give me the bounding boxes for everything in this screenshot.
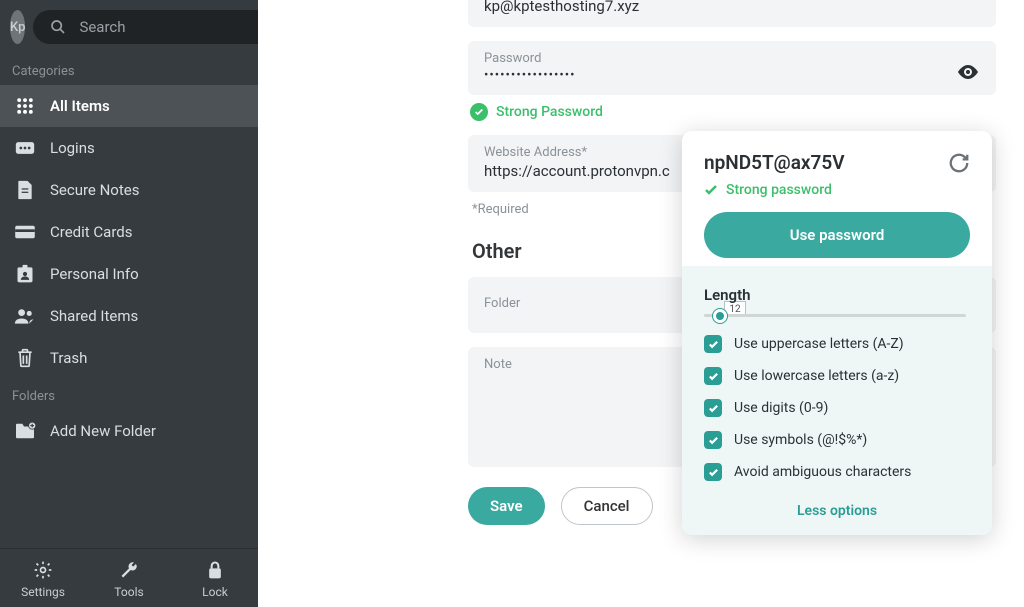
slider-thumb[interactable] xyxy=(713,309,727,323)
lock-icon xyxy=(172,559,258,581)
generator-strength-text: Strong password xyxy=(726,182,832,198)
sidebar-item-label: Secure Notes xyxy=(50,181,139,199)
sidebar-item-label: Personal Info xyxy=(50,265,139,283)
categories-label: Categories xyxy=(0,54,258,85)
password-strength: Strong Password xyxy=(470,103,996,121)
password-generator-popover: npND5T@ax75V Strong password Use passwor… xyxy=(682,131,992,535)
sidebar: Kp Categories All Items Logins xyxy=(0,0,258,607)
add-folder-icon xyxy=(14,420,36,442)
checkbox-checked-icon xyxy=(704,367,722,385)
option-uppercase[interactable]: Use uppercase letters (A-Z) xyxy=(704,335,970,353)
option-lowercase[interactable]: Use lowercase letters (a-z) xyxy=(704,367,970,385)
trash-icon xyxy=(14,347,36,369)
search-input[interactable] xyxy=(79,18,278,36)
sidebar-item-shared-items[interactable]: Shared Items xyxy=(0,295,258,337)
checkbox-checked-icon xyxy=(704,463,722,481)
option-label: Use uppercase letters (A-Z) xyxy=(734,336,904,352)
sidebar-item-trash[interactable]: Trash xyxy=(0,337,258,379)
cancel-button[interactable]: Cancel xyxy=(561,487,653,525)
password-label: Password xyxy=(484,51,980,66)
sidebar-item-logins[interactable]: Logins xyxy=(0,127,258,169)
sidebar-item-label: Shared Items xyxy=(50,307,138,325)
reveal-password-button[interactable] xyxy=(956,63,980,81)
password-field[interactable]: Password ••••••••••••••••• xyxy=(468,41,996,95)
sidebar-item-credit-cards[interactable]: Credit Cards xyxy=(0,211,258,253)
checkbox-checked-icon xyxy=(704,335,722,353)
sidebar-item-personal-info[interactable]: Personal Info xyxy=(0,253,258,295)
wrench-icon xyxy=(86,559,172,581)
credit-card-icon xyxy=(14,221,36,243)
length-slider[interactable] xyxy=(704,314,970,317)
gear-icon xyxy=(0,559,86,581)
password-field-icon xyxy=(14,137,36,159)
bottom-tools[interactable]: Tools xyxy=(86,549,172,607)
sidebar-item-secure-notes[interactable]: Secure Notes xyxy=(0,169,258,211)
regenerate-button[interactable] xyxy=(948,152,970,174)
option-label: Use lowercase letters (a-z) xyxy=(734,368,899,384)
slider-track[interactable] xyxy=(704,314,966,317)
sidebar-item-label: Add New Folder xyxy=(50,422,156,440)
email-field[interactable]: Email or Username kp@kptesthosting7.xyz xyxy=(468,0,996,27)
option-ambiguous[interactable]: Avoid ambiguous characters xyxy=(704,463,970,481)
id-card-icon xyxy=(14,263,36,285)
sidebar-item-label: Credit Cards xyxy=(50,223,132,241)
option-symbols[interactable]: Use symbols (@!$%*) xyxy=(704,431,970,449)
folder-label: Folder xyxy=(484,296,520,311)
save-button[interactable]: Save xyxy=(468,487,545,525)
option-digits[interactable]: Use digits (0-9) xyxy=(704,399,970,417)
password-value: ••••••••••••••••• xyxy=(484,68,980,83)
sidebar-item-all-items[interactable]: All Items xyxy=(0,85,258,127)
bottom-lock[interactable]: Lock xyxy=(172,549,258,607)
sidebar-item-add-folder[interactable]: Add New Folder xyxy=(0,410,258,452)
checkbox-checked-icon xyxy=(704,399,722,417)
grid-icon xyxy=(14,95,36,117)
search-box[interactable] xyxy=(33,10,292,44)
shield-check-icon xyxy=(470,103,488,121)
generator-strength: Strong password xyxy=(704,182,970,198)
checkbox-checked-icon xyxy=(704,431,722,449)
option-label: Use digits (0-9) xyxy=(734,400,828,416)
sidebar-item-label: Logins xyxy=(50,139,95,157)
sidebar-item-label: Trash xyxy=(50,349,87,367)
sidebar-item-label: All Items xyxy=(50,97,110,115)
sidebar-bottom: Settings Tools Lock xyxy=(0,548,258,607)
avatar[interactable]: Kp xyxy=(10,10,25,44)
main-content: Email or Username kp@kptesthosting7.xyz … xyxy=(258,0,1024,607)
option-label: Avoid ambiguous characters xyxy=(734,464,911,480)
search-icon xyxy=(47,16,69,38)
note-icon xyxy=(14,179,36,201)
strength-text: Strong Password xyxy=(496,104,603,120)
bottom-label: Lock xyxy=(172,585,258,599)
generated-password: npND5T@ax75V xyxy=(704,151,845,174)
bottom-label: Tools xyxy=(86,585,172,599)
less-options-toggle[interactable]: Less options xyxy=(704,495,970,523)
email-value: kp@kptesthosting7.xyz xyxy=(484,0,980,15)
option-label: Use symbols (@!$%*) xyxy=(734,432,867,448)
folders-label: Folders xyxy=(0,379,258,410)
people-icon xyxy=(14,305,36,327)
bottom-settings[interactable]: Settings xyxy=(0,549,86,607)
bottom-label: Settings xyxy=(0,585,86,599)
use-password-button[interactable]: Use password xyxy=(704,212,970,258)
